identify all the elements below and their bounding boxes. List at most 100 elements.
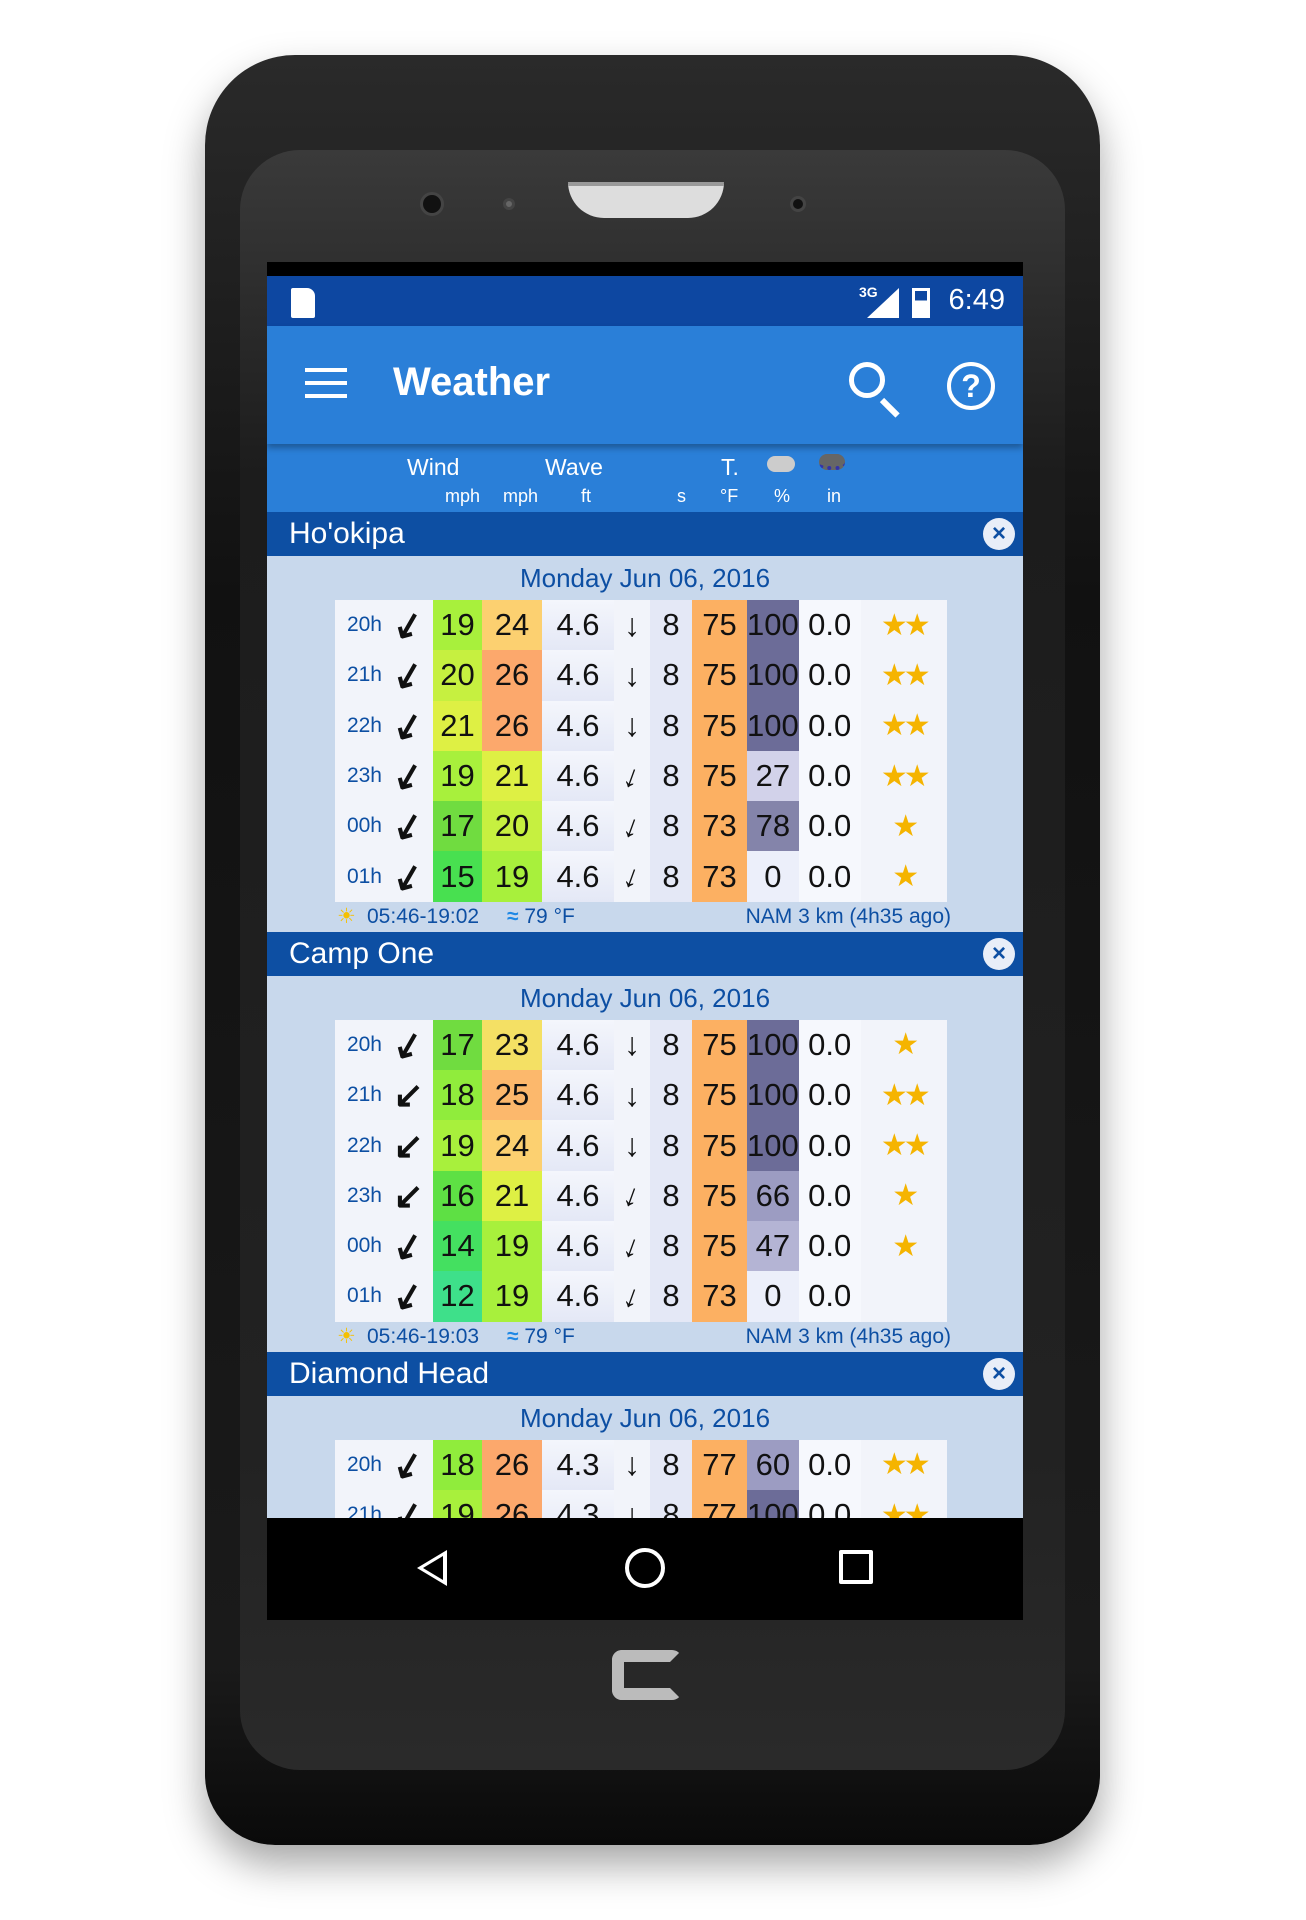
wave-direction-icon: ↓ (614, 1271, 650, 1322)
hour: 22h (335, 1120, 384, 1171)
app-toolbar: Weather ? (267, 326, 1023, 444)
wave-direction-icon: ↓ (614, 600, 650, 651)
wind-direction-icon: ↙ (384, 750, 433, 802)
spot-section: Ho'okipa × Monday Jun 06, 2016 20h ↙ 19 24… (267, 512, 1023, 932)
spot-name: Ho'okipa (289, 517, 405, 550)
rating-stars (860, 1271, 947, 1322)
hour: 20h (335, 1439, 384, 1490)
spot-header[interactable]: Camp One × (267, 931, 1023, 976)
wave-period: 8 (650, 1489, 692, 1518)
wave-period: 8 (650, 1170, 692, 1221)
table-row: 21h ↙ 20 26 4.6 ↓ 8 75 100 0.0 ★★ (335, 650, 947, 701)
temperature: 77 (692, 1489, 747, 1518)
cloud-cover: 0 (747, 1271, 799, 1322)
spot-section: Diamond Head × Monday Jun 06, 2016 20h ↙ 1… (267, 1351, 1023, 1518)
wind-gust: 19 (482, 851, 542, 902)
wave-period: 8 (650, 1439, 692, 1490)
wind-speed: 19 (433, 1489, 482, 1518)
wave-height: 4.6 (542, 1170, 614, 1221)
sunrise-sunset: 05:46-19:03 (367, 1324, 480, 1348)
hour: 00h (335, 1220, 384, 1272)
table-row: 22h ↙ 21 26 4.6 ↓ 8 75 100 0.0 ★★ (335, 700, 947, 751)
wave-period: 8 (650, 1070, 692, 1121)
wind-direction-icon: ↙ (384, 1070, 433, 1121)
forecast-date: Monday Jun 06, 2016 (519, 982, 771, 1013)
spot-header[interactable]: Ho'okipa × (267, 512, 1023, 556)
search-icon[interactable] (849, 362, 885, 398)
spot-footer: ☀ 05:46-19:02 ≈ 79 °F NAM 3 km (4h35 ago) (267, 902, 1023, 932)
forecast-date: Monday Jun 06, 2016 (519, 563, 771, 593)
wave-direction-icon: ↓ (614, 801, 650, 852)
rating-stars: ★★ (860, 1120, 947, 1171)
temperature: 75 (692, 700, 747, 751)
cloud-cover: 60 (747, 1439, 799, 1490)
sensor (790, 196, 806, 212)
wave-period: 8 (650, 1120, 692, 1171)
help-icon[interactable]: ? (947, 362, 995, 410)
table-row: 20h ↙ 19 24 4.6 ↓ 8 75 100 0.0 ★★ (335, 600, 947, 651)
cloud-cover: 100 (747, 1019, 799, 1071)
cloud-cover: 47 (747, 1220, 799, 1272)
wave-period: 8 (650, 650, 692, 701)
wind-gust: 26 (482, 650, 542, 701)
screen: 3G 6:49 Weather ? Wind Wave T. mph mph f… (267, 262, 1023, 1620)
wave-height: 4.6 (542, 851, 614, 902)
wind-gust: 26 (482, 1439, 542, 1490)
close-icon[interactable]: × (983, 518, 1015, 550)
forecast-date: Monday Jun 06, 2016 (519, 1402, 771, 1433)
wind-speed: 20 (433, 650, 482, 701)
hour: 21h (335, 1489, 384, 1518)
hour: 01h (335, 1271, 384, 1322)
rain-cloud-icon (819, 454, 845, 470)
water-icon: ≈ (507, 904, 519, 928)
hour: 23h (335, 750, 384, 802)
wind-direction-icon: ↙ (384, 600, 433, 651)
wave-direction-icon: ↓ (614, 700, 650, 751)
unit-period: s (677, 486, 686, 506)
table-row: 00h ↙ 14 19 4.6 ↓ 8 75 47 0.0 ★ (335, 1220, 947, 1272)
wave-period: 8 (650, 1019, 692, 1071)
back-icon[interactable] (417, 1550, 447, 1586)
rain: 0.0 (798, 1489, 861, 1518)
forecast-table: 20h ↙ 18 26 4.3 ↓ 8 77 60 0.0 ★★ 21h ↙ 1… (335, 1439, 947, 1518)
navigation-bar (267, 1518, 1023, 1620)
page-title: Weather (393, 360, 551, 404)
temperature: 75 (692, 1019, 747, 1071)
spot-header[interactable]: Diamond Head × (267, 1351, 1023, 1396)
wave-period: 8 (650, 801, 692, 852)
hour: 21h (335, 650, 384, 701)
rating-stars: ★★ (860, 750, 947, 802)
battery-charging-icon (912, 288, 930, 318)
wind-gust: 20 (482, 801, 542, 852)
home-icon[interactable] (625, 1548, 665, 1588)
recent-apps-icon[interactable] (839, 1550, 873, 1584)
cloud-cover: 78 (747, 801, 799, 852)
table-row: 23h ↙ 16 21 4.6 ↓ 8 75 66 0.0 ★ (335, 1170, 947, 1221)
temperature: 75 (692, 1170, 747, 1221)
temperature: 75 (692, 1220, 747, 1272)
hour: 22h (335, 700, 384, 751)
unit-gust: mph (503, 486, 539, 506)
wave-period: 8 (650, 1220, 692, 1272)
hour: 20h (335, 1019, 384, 1071)
wind-speed: 18 (433, 1439, 482, 1490)
forecast-list[interactable]: Ho'okipa × Monday Jun 06, 2016 20h ↙ 19 24… (267, 512, 1023, 1518)
rating-stars: ★★ (860, 1070, 947, 1121)
cloud-cover: 66 (747, 1170, 799, 1221)
hour: 23h (335, 1170, 384, 1221)
menu-icon[interactable] (305, 368, 347, 398)
wave-height: 4.6 (542, 1271, 614, 1322)
rain: 0.0 (798, 700, 861, 751)
unit-cloud: % (774, 486, 791, 506)
wind-speed: 16 (433, 1170, 482, 1221)
cloud-cover: 27 (747, 750, 799, 802)
rain: 0.0 (798, 1271, 861, 1322)
wind-gust: 26 (482, 1489, 542, 1518)
hour: 01h (335, 851, 384, 902)
wind-direction-icon: ↙ (384, 1271, 433, 1322)
close-icon[interactable]: × (983, 1357, 1015, 1390)
temperature: 77 (692, 1439, 747, 1490)
rating-stars: ★★ (860, 1439, 947, 1490)
close-icon[interactable]: × (983, 937, 1015, 970)
wind-direction-icon: ↙ (384, 650, 433, 701)
